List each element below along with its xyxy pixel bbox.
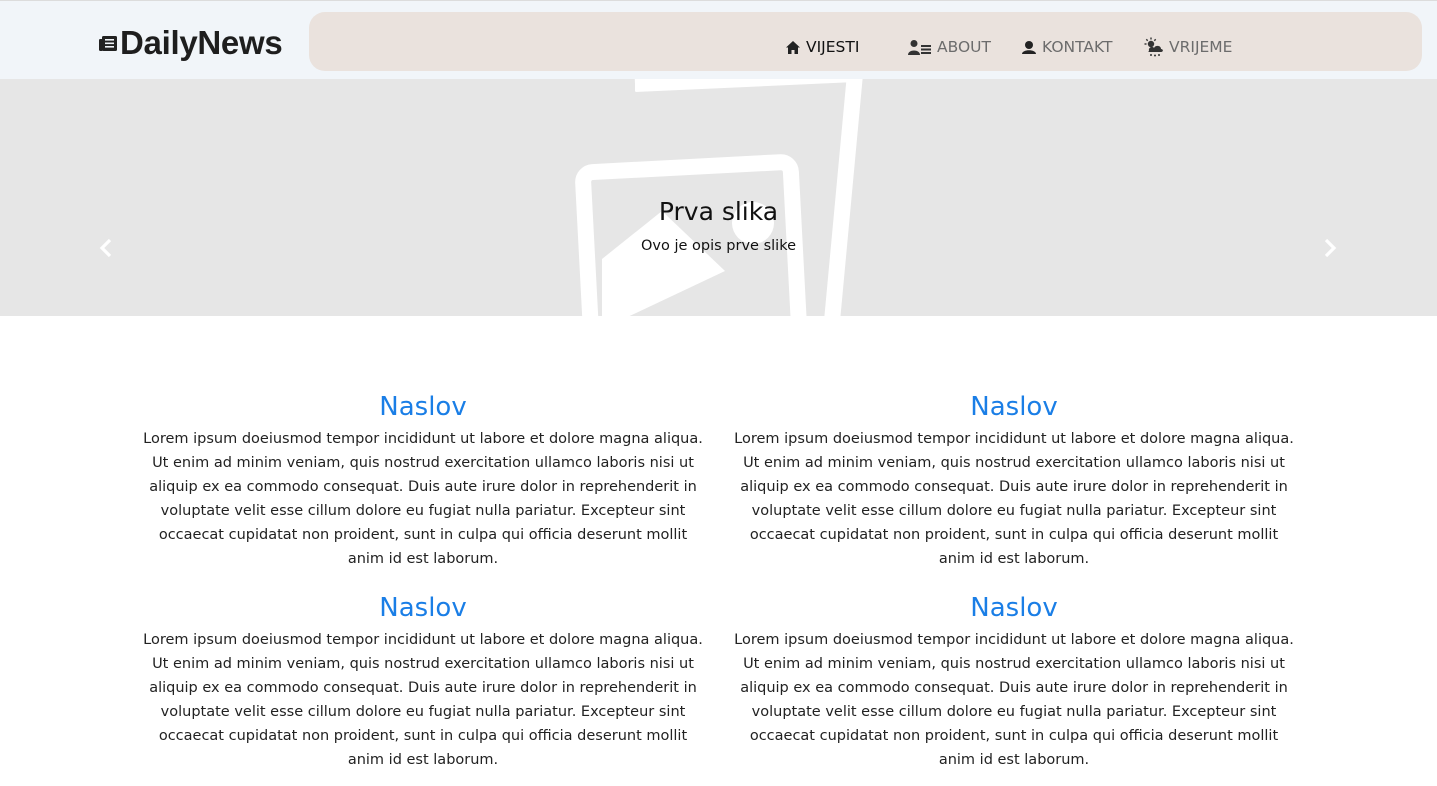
article-title[interactable]: Naslov <box>734 588 1294 628</box>
newspaper-icon <box>99 36 117 51</box>
nav-item-vrijeme[interactable]: VRIJEME <box>1144 36 1232 58</box>
main-nav: VIJESTI ABOUT KONTAKT VRIJEME <box>309 12 1422 71</box>
carousel-caption-title: Prva slika <box>658 197 779 226</box>
article-card: Naslov Lorem ipsum doeiusmod tempor inci… <box>734 588 1294 772</box>
nav-label-vijesti: VIJESTI <box>806 38 860 56</box>
nav-item-kontakt[interactable]: KONTAKT <box>1021 36 1112 58</box>
users-list-icon <box>908 39 931 55</box>
article-body: Lorem ipsum doeiusmod tempor incididunt … <box>143 632 703 768</box>
nav-label-vrijeme: VRIJEME <box>1169 38 1233 56</box>
weather-icon <box>1144 37 1163 57</box>
article-title[interactable]: Naslov <box>143 387 703 427</box>
image-carousel: Prva slika Ovo je opis prve slike <box>0 79 1437 316</box>
nav-item-vijesti[interactable]: VIJESTI <box>785 36 859 58</box>
article-body: Lorem ipsum doeiusmod tempor incididunt … <box>143 431 703 567</box>
article-card: Naslov Lorem ipsum doeiusmod tempor inci… <box>143 387 703 571</box>
nav-item-about[interactable]: ABOUT <box>908 36 991 58</box>
home-icon <box>786 40 800 54</box>
top-bar: DailyNews VIJESTI ABOUT KONTAKT VRIJEME <box>0 0 1437 79</box>
chevron-right-icon[interactable] <box>1320 236 1340 260</box>
article-title[interactable]: Naslov <box>734 387 1294 427</box>
article-body: Lorem ipsum doeiusmod tempor incididunt … <box>734 431 1294 567</box>
article-title[interactable]: Naslov <box>143 588 703 628</box>
user-icon <box>1022 41 1036 54</box>
carousel-caption-description: Ovo je opis prve slike <box>641 238 796 254</box>
nav-label-about: ABOUT <box>937 38 991 56</box>
article-body: Lorem ipsum doeiusmod tempor incididunt … <box>734 632 1294 768</box>
nav-label-kontakt: KONTAKT <box>1042 38 1113 56</box>
article-card: Naslov Lorem ipsum doeiusmod tempor inci… <box>143 588 703 772</box>
chevron-left-icon[interactable] <box>96 236 116 260</box>
brand-name: DailyNews <box>120 24 283 61</box>
article-card: Naslov Lorem ipsum doeiusmod tempor inci… <box>734 387 1294 571</box>
brand-logo[interactable]: DailyNews <box>98 23 283 63</box>
